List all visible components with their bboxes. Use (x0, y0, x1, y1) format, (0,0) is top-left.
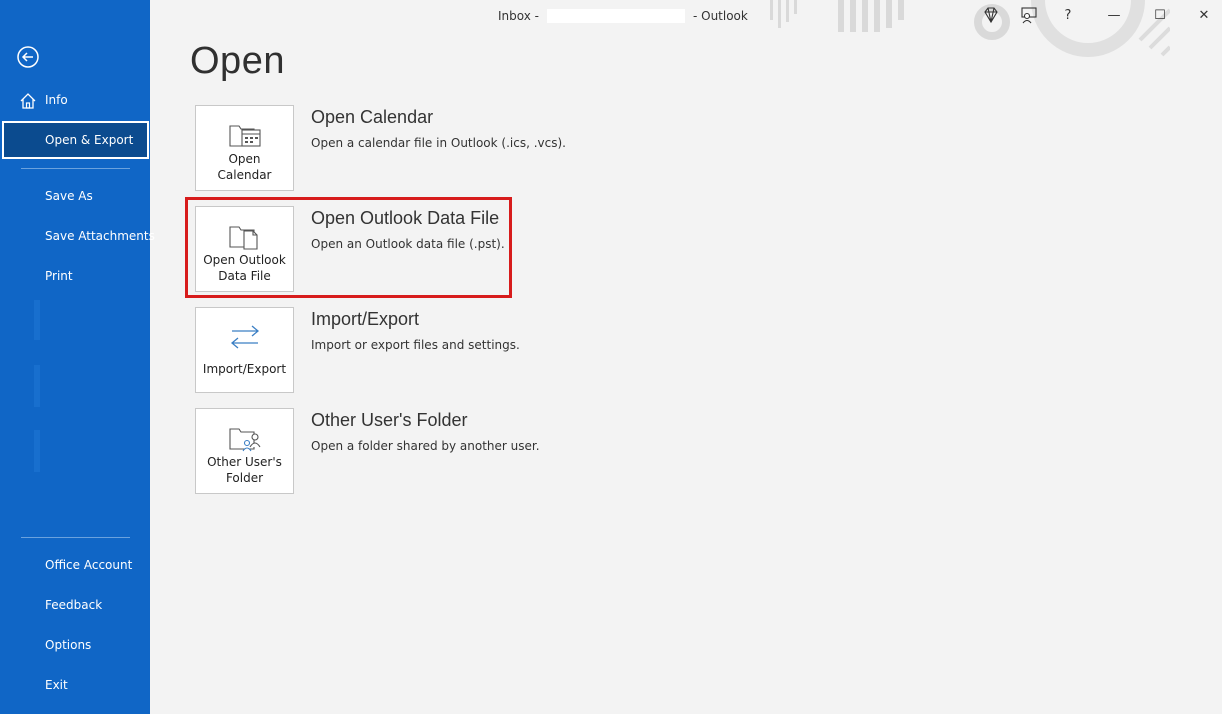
open-calendar-button[interactable]: Open Calendar (195, 105, 294, 191)
sidebar-faint-mark (34, 430, 40, 472)
window-title-prefix: Inbox - (498, 9, 539, 23)
people-icon (1021, 7, 1037, 24)
restore-button[interactable]: ☐ (1149, 4, 1171, 26)
option-title: Open Calendar (311, 107, 434, 127)
help-icon: ? (1064, 7, 1072, 23)
sidebar-item-label: Save As (45, 189, 93, 203)
tile-label: Import/Export (196, 361, 293, 377)
other-users-folder-button[interactable]: Other User's Folder (195, 408, 294, 494)
sidebar-item-options[interactable]: Options (0, 626, 150, 664)
sidebar-faint-mark (34, 300, 40, 340)
import-export-arrows-icon (230, 325, 260, 349)
sidebar-item-label: Print (45, 269, 73, 283)
back-button[interactable] (16, 45, 40, 69)
minimize-icon: — (1107, 7, 1121, 23)
import-export-button[interactable]: Import/Export (195, 307, 294, 393)
title-bar: Inbox - - Outlook ? — ☐ ✕ (150, 0, 1222, 57)
coauthor-button[interactable] (1018, 4, 1040, 26)
sidebar-item-label: Options (45, 638, 92, 652)
option-other-users-folder: Other User's Folder Other User's Folder … (195, 408, 895, 494)
tile-label-line: Calendar (217, 168, 272, 182)
option-open-calendar: Open Calendar Open Calendar Open a calen… (195, 105, 895, 191)
sidebar-item-label: Info (45, 93, 68, 107)
option-import-export: Import/Export Import/Export Import or ex… (195, 307, 895, 393)
tile-label: Other User's Folder (196, 454, 293, 486)
sidebar-item-print[interactable]: Print (0, 257, 150, 295)
close-icon: ✕ (1198, 7, 1210, 23)
tile-label-line: Folder (225, 471, 264, 485)
sidebar-item-office-account[interactable]: Office Account (0, 546, 150, 584)
highlight-box (185, 197, 512, 298)
tile-label-line: Other User's (207, 455, 282, 469)
sidebar-item-info[interactable]: Info (0, 81, 150, 119)
tile-label: Open Calendar (196, 151, 293, 183)
sidebar-item-label: Feedback (45, 598, 103, 612)
option-description: Open a calendar file in Outlook (.ics, .… (311, 136, 566, 150)
restore-icon: ☐ (1154, 7, 1166, 23)
sidebar-item-save-as[interactable]: Save As (0, 177, 150, 215)
diamond-button[interactable] (980, 4, 1002, 26)
help-button[interactable]: ? (1057, 4, 1079, 26)
tile-label-line: Open (228, 152, 261, 166)
option-description: Open a folder shared by another user. (311, 439, 540, 453)
calendar-folder-icon (229, 125, 261, 147)
sidebar-item-label: Office Account (45, 558, 133, 572)
option-title: Import/Export (311, 309, 420, 329)
page-title: Open (190, 40, 285, 82)
sidebar-divider (21, 537, 130, 538)
sidebar-item-open-export[interactable]: Open & Export (2, 121, 149, 159)
sidebar-faint-mark (34, 365, 40, 407)
sidebar-item-label: Exit (45, 678, 68, 692)
backstage-sidebar: Info Open & Export Save As Save Attachme… (0, 0, 155, 714)
close-button[interactable]: ✕ (1193, 4, 1215, 26)
minimize-button[interactable]: — (1103, 4, 1125, 26)
sidebar-divider (21, 168, 130, 169)
sidebar-item-exit[interactable]: Exit (0, 666, 150, 704)
diamond-icon (984, 7, 998, 24)
window-title-suffix: - Outlook (692, 9, 748, 23)
sidebar-item-feedback[interactable]: Feedback (0, 586, 150, 624)
sidebar-item-save-attachments[interactable]: Save Attachments (0, 217, 155, 255)
option-description: Import or export files and settings. (311, 338, 520, 352)
window-title: Inbox - - Outlook (498, 9, 758, 23)
shared-folder-icon (229, 428, 261, 452)
option-title: Other User's Folder (311, 410, 468, 430)
redacted-account (546, 9, 685, 23)
tile-label-line: Import/Export (202, 362, 287, 376)
sidebar-item-label: Save Attachments (45, 229, 155, 243)
back-arrow-icon (17, 46, 39, 68)
home-icon (19, 92, 37, 110)
sidebar-item-label: Open & Export (45, 133, 134, 147)
